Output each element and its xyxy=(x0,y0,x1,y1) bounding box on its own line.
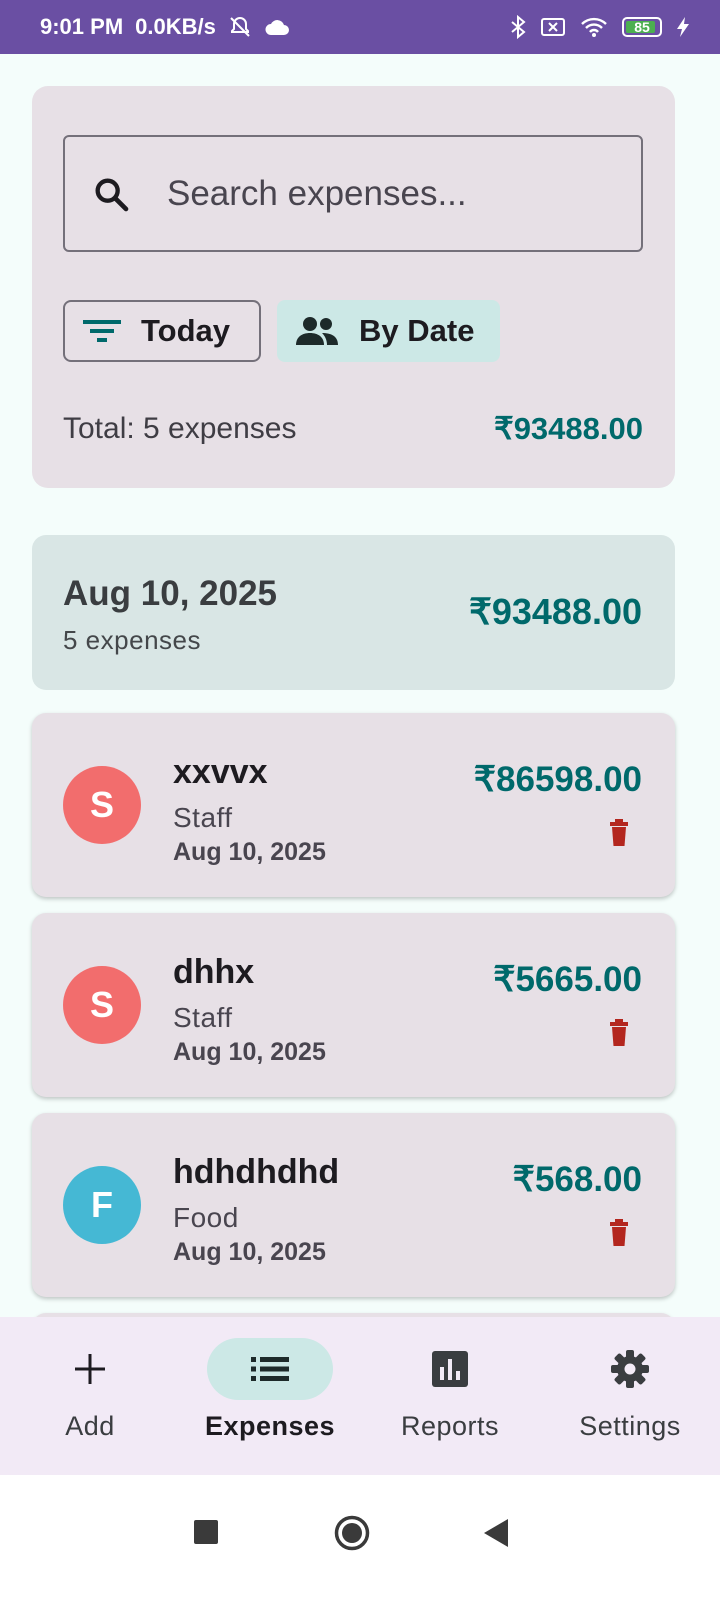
trash-icon xyxy=(610,819,628,846)
expense-date: Aug 10, 2025 xyxy=(173,1238,326,1266)
expense-title: xxvvx xyxy=(173,753,268,791)
back-button[interactable] xyxy=(484,1519,508,1547)
total-count: Total: 5 expenses xyxy=(63,412,297,445)
expense-amount: ₹86598.00 xyxy=(473,760,642,799)
expense-category: Staff xyxy=(173,802,233,833)
nav-label: Reports xyxy=(400,1411,500,1441)
expense-category: Staff xyxy=(173,1002,233,1033)
bar-chart-icon xyxy=(432,1351,468,1387)
search-input[interactable] xyxy=(165,172,609,215)
expense-amount: ₹568.00 xyxy=(512,1160,642,1199)
nav-label: Add xyxy=(65,1411,115,1441)
wifi-icon xyxy=(581,17,607,37)
home-circle-icon xyxy=(334,1515,370,1551)
expense-title: dhhx xyxy=(173,953,255,991)
square-icon xyxy=(194,1520,218,1544)
search-icon xyxy=(95,178,129,211)
avatar: S xyxy=(63,766,141,844)
battery-level: 85 xyxy=(634,19,650,35)
total-amount: ₹93488.00 xyxy=(493,411,643,446)
nav-settings[interactable]: Settings xyxy=(540,1317,720,1475)
list-icon xyxy=(251,1357,289,1381)
expense-card[interactable]: S dhhx Staff Aug 10, 2025 ₹5665.00 xyxy=(32,913,675,1097)
nav-label: Settings xyxy=(579,1411,681,1441)
expense-date: Aug 10, 2025 xyxy=(173,1038,326,1066)
expense-card[interactable]: F hdhdhdhd Food Aug 10, 2025 ₹568.00 xyxy=(32,1113,675,1297)
battery-icon: 85 xyxy=(622,17,662,37)
search-field[interactable] xyxy=(63,135,643,252)
group-count: 5 expenses xyxy=(63,625,201,655)
system-navigation-bar xyxy=(0,1475,720,1600)
expense-category: Food xyxy=(173,1202,239,1233)
sim-off-icon xyxy=(541,18,565,36)
gear-icon xyxy=(611,1350,649,1388)
delete-button[interactable] xyxy=(607,1019,631,1047)
status-time: 9:01 PM xyxy=(40,14,124,39)
filter-icon xyxy=(83,320,121,342)
people-icon xyxy=(296,317,338,345)
network-speed: 0.0KB/s xyxy=(135,14,216,39)
charging-icon xyxy=(677,17,689,37)
delete-button[interactable] xyxy=(607,1219,631,1247)
bell-off-icon xyxy=(230,16,250,37)
group-by-chip[interactable]: By Date xyxy=(277,300,500,362)
avatar: S xyxy=(63,966,141,1044)
trash-icon xyxy=(610,1219,628,1246)
trash-icon xyxy=(610,1019,628,1046)
bluetooth-icon xyxy=(511,15,526,39)
date-filter-chip[interactable]: Today xyxy=(63,300,261,362)
expense-title: hdhdhdhd xyxy=(173,1153,340,1191)
back-triangle-icon xyxy=(484,1519,508,1547)
cloud-icon xyxy=(265,20,289,35)
nav-label: Expenses xyxy=(204,1411,336,1441)
date-filter-label: Today xyxy=(141,313,230,348)
filter-card: Today By Date Total: 5 expenses ₹93488.0… xyxy=(32,86,675,488)
nav-add[interactable]: Add xyxy=(0,1317,180,1475)
home-button[interactable] xyxy=(334,1515,370,1551)
nav-expenses[interactable]: Expenses xyxy=(180,1317,360,1475)
delete-button[interactable] xyxy=(607,819,631,847)
group-amount: ₹93488.00 xyxy=(468,591,642,632)
expense-card[interactable]: S xxvvx Staff Aug 10, 2025 ₹86598.00 xyxy=(32,713,675,897)
group-date: Aug 10, 2025 xyxy=(63,574,277,613)
expense-date: Aug 10, 2025 xyxy=(173,838,326,866)
bottom-navigation: Add Expenses Reports Settings xyxy=(0,1317,720,1475)
date-group-header[interactable]: Aug 10, 2025 5 expenses ₹93488.00 xyxy=(32,535,675,690)
group-by-label: By Date xyxy=(359,313,475,348)
avatar: F xyxy=(63,1166,141,1244)
recents-button[interactable] xyxy=(194,1520,218,1544)
status-bar: 9:01 PM 0.0KB/s 85 xyxy=(0,0,720,54)
nav-reports[interactable]: Reports xyxy=(360,1317,540,1475)
expense-amount: ₹5665.00 xyxy=(493,960,642,999)
total-summary: Total: 5 expenses ₹93488.00 xyxy=(63,411,643,447)
plus-icon xyxy=(75,1354,105,1384)
